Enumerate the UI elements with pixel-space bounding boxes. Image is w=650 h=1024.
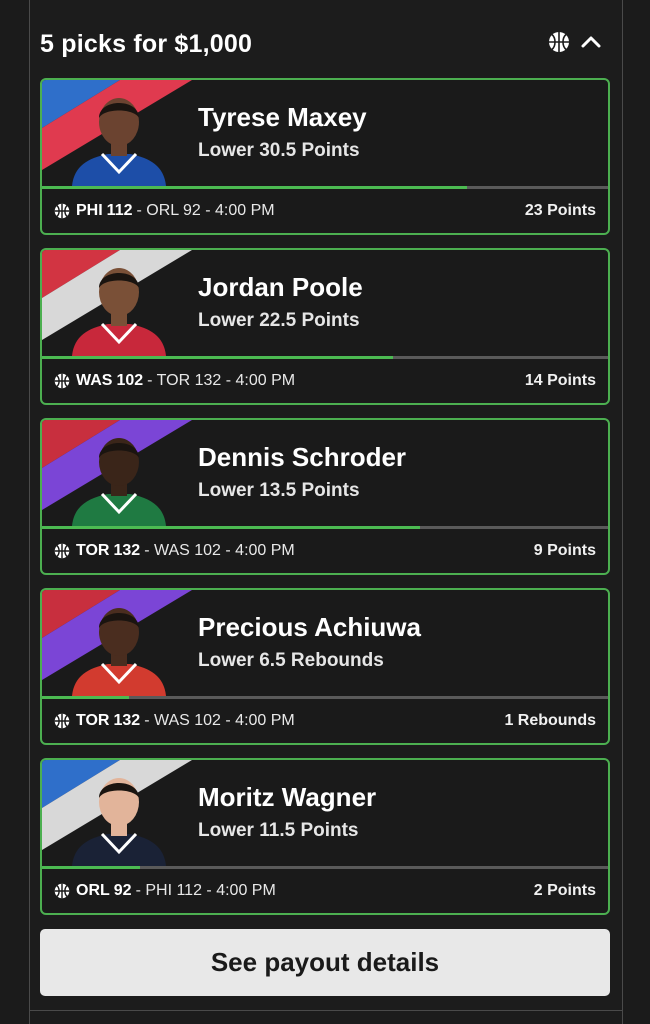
team-score: 102 <box>116 372 144 389</box>
header-icons <box>548 31 610 58</box>
team-abbr: TOR <box>76 712 110 729</box>
team-score: 132 <box>113 712 141 729</box>
player-headshot <box>72 608 166 696</box>
basketball-icon <box>548 31 570 58</box>
player-name: Dennis Schroder <box>198 442 407 472</box>
pick-card-top: Precious Achiuwa Lower 6.5 Rebounds <box>42 590 608 696</box>
current-stat: 2 Points <box>533 882 596 899</box>
current-stat: 9 Points <box>533 542 596 559</box>
game-info-row: ORL 92 - PHI 112 - 4:00 PM 2 Points <box>42 869 608 913</box>
bottom-divider <box>29 1010 623 1011</box>
basketball-icon <box>54 543 70 559</box>
pick-line: Lower 6.5 Rebounds <box>198 650 384 671</box>
picks-header[interactable]: 5 picks for $1,000 <box>40 22 610 66</box>
game-info: ORL 92 - PHI 112 - 4:00 PM <box>54 882 276 900</box>
basketball-icon <box>54 883 70 899</box>
team-score: 92 <box>113 882 132 899</box>
opponent-and-time: - WAS 102 - 4:00 PM <box>144 712 295 729</box>
pick-card-list: Tyrese Maxey Lower 30.5 Points PHI 112 -… <box>40 78 610 928</box>
player-headshot <box>72 778 166 866</box>
opponent-and-time: - PHI 112 - 4:00 PM <box>135 882 276 899</box>
team-score: 112 <box>106 202 133 219</box>
picks-title: 5 picks for $1,000 <box>40 29 253 58</box>
game-info-row: WAS 102 - TOR 132 - 4:00 PM 14 Points <box>42 359 608 403</box>
team-abbr: TOR <box>76 542 110 559</box>
player-headshot <box>72 98 166 186</box>
pick-card[interactable]: Tyrese Maxey Lower 30.5 Points PHI 112 -… <box>40 78 610 235</box>
player-name: Moritz Wagner <box>198 782 377 812</box>
pick-card-top: Tyrese Maxey Lower 30.5 Points <box>42 80 608 186</box>
game-info: TOR 132 - WAS 102 - 4:00 PM <box>54 712 295 730</box>
pick-line: Lower 22.5 Points <box>198 310 360 331</box>
team-abbr: PHI <box>76 202 103 219</box>
pick-line: Lower 11.5 Points <box>198 820 359 841</box>
team-abbr: ORL <box>76 882 110 899</box>
game-info: PHI 112 - ORL 92 - 4:00 PM <box>54 202 275 220</box>
pick-card-top: Jordan Poole Lower 22.5 Points <box>42 250 608 356</box>
game-info-row: PHI 112 - ORL 92 - 4:00 PM 23 Points <box>42 189 608 233</box>
team-score: 132 <box>113 542 141 559</box>
player-name: Jordan Poole <box>198 272 363 302</box>
basketball-icon <box>54 373 70 389</box>
current-stat: 14 Points <box>524 372 596 389</box>
opponent-and-time: - TOR 132 - 4:00 PM <box>147 372 296 389</box>
game-info-row: TOR 132 - WAS 102 - 4:00 PM 1 Rebounds <box>42 699 608 743</box>
chevron-up-icon[interactable] <box>580 31 602 58</box>
player-name: Tyrese Maxey <box>198 102 367 132</box>
pick-card-top: Dennis Schroder Lower 13.5 Points <box>42 420 608 526</box>
current-stat: 23 Points <box>524 202 596 219</box>
see-payout-details-button[interactable]: See payout details <box>40 929 610 996</box>
player-headshot <box>72 438 166 526</box>
pick-card-top: Moritz Wagner Lower 11.5 Points <box>42 760 608 866</box>
opponent-and-time: - WAS 102 - 4:00 PM <box>144 542 295 559</box>
player-name: Precious Achiuwa <box>198 612 421 642</box>
pick-line: Lower 30.5 Points <box>198 140 360 161</box>
pick-card[interactable]: Precious Achiuwa Lower 6.5 Rebounds TOR … <box>40 588 610 745</box>
game-info: WAS 102 - TOR 132 - 4:00 PM <box>54 372 295 390</box>
basketball-icon <box>54 203 70 219</box>
current-stat: 1 Rebounds <box>504 712 596 729</box>
game-info: TOR 132 - WAS 102 - 4:00 PM <box>54 542 295 560</box>
basketball-icon <box>54 713 70 729</box>
pick-line: Lower 13.5 Points <box>198 480 360 501</box>
player-headshot <box>72 268 166 356</box>
pick-card[interactable]: Jordan Poole Lower 22.5 Points WAS 102 -… <box>40 248 610 405</box>
opponent-and-time: - ORL 92 - 4:00 PM <box>136 202 275 219</box>
team-abbr: WAS <box>76 372 113 389</box>
pick-card[interactable]: Dennis Schroder Lower 13.5 Points TOR 13… <box>40 418 610 575</box>
pick-card[interactable]: Moritz Wagner Lower 11.5 Points ORL 92 -… <box>40 758 610 915</box>
game-info-row: TOR 132 - WAS 102 - 4:00 PM 9 Points <box>42 529 608 573</box>
